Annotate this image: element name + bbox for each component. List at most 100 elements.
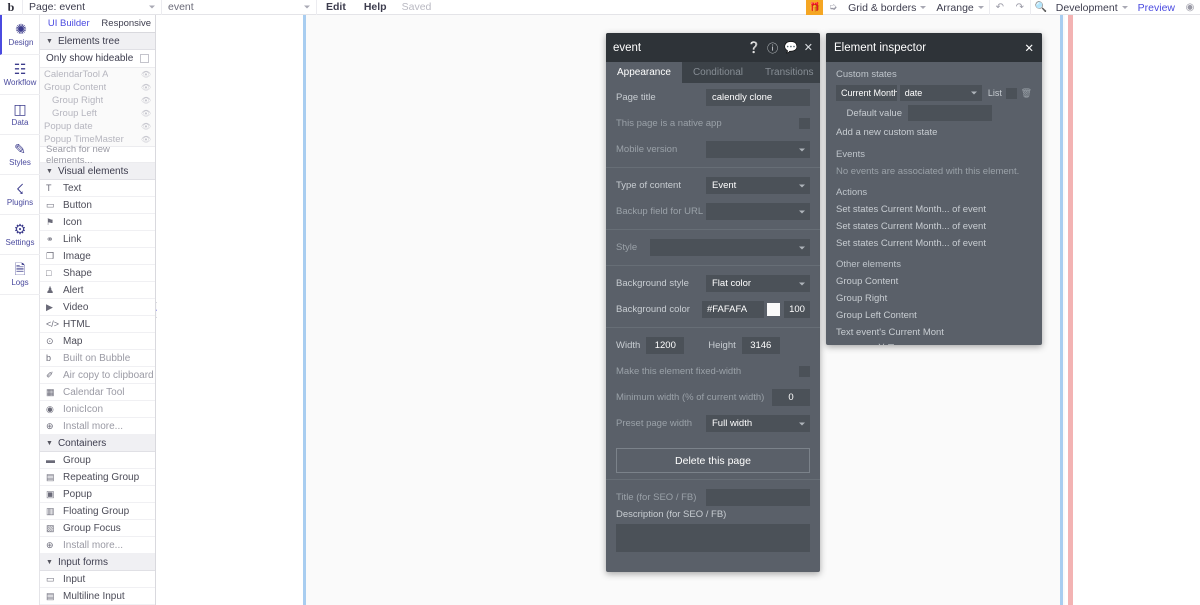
element-shape[interactable]: □ Shape (40, 265, 155, 282)
custom-state-type-select[interactable]: date (899, 85, 982, 101)
list-checkbox[interactable] (1005, 87, 1017, 99)
page-selector[interactable]: Page: event (22, 0, 162, 15)
eye-icon[interactable]: 👁 (141, 122, 151, 131)
add-custom-state-link[interactable]: Add a new custom state (826, 123, 1042, 142)
preview-button[interactable]: Preview (1133, 0, 1180, 15)
color-swatch[interactable] (767, 303, 780, 316)
tree-item[interactable]: Group Left 👁 (40, 107, 155, 120)
background-style-select[interactable]: Flat color (706, 275, 810, 292)
undo-icon[interactable]: ↶ (990, 0, 1010, 15)
style-select[interactable] (650, 239, 810, 256)
elements-tree-header[interactable]: ▼ Elements tree (40, 33, 155, 50)
other-element-item[interactable]: Text event's Current Mont (826, 324, 1042, 341)
eye-icon[interactable]: 👁 (141, 96, 151, 105)
element-map[interactable]: ⊙ Map (40, 333, 155, 350)
container-floating-group[interactable]: ▥ Floating Group (40, 503, 155, 520)
action-item[interactable]: Set states Current Month... of event (826, 235, 1042, 252)
grid-borders-button[interactable]: Grid & borders (843, 0, 931, 15)
tree-item[interactable]: CalendarTool A 👁 (40, 68, 155, 81)
input-element[interactable]: ▭ Input (40, 571, 155, 588)
dialog-header[interactable]: event ❔ ⓘ 💬 ✕ (606, 33, 820, 62)
element-name-selector[interactable]: event (162, 0, 317, 15)
action-item[interactable]: Set states Current Month... of event (826, 201, 1042, 218)
visual-elements-header[interactable]: ▼ Visual elements (40, 163, 155, 180)
multiline-input-element[interactable]: ▤ Multiline Input (40, 588, 155, 605)
min-width-input[interactable]: 0 (772, 389, 810, 406)
tab-transitions[interactable]: Transitions (754, 62, 820, 83)
menu-help[interactable]: Help (355, 0, 396, 15)
close-icon[interactable]: ✕ (804, 41, 813, 54)
eye-icon[interactable]: 👁 (141, 109, 151, 118)
tree-item[interactable]: Group Right 👁 (40, 94, 155, 107)
eye-icon[interactable]: 👁 (141, 83, 151, 92)
container-popup[interactable]: ▣ Popup (40, 486, 155, 503)
element-video[interactable]: ▶ Video (40, 299, 155, 316)
tab-conditional[interactable]: Conditional (682, 62, 754, 83)
element-install-more[interactable]: ⊕ Install more... (40, 418, 155, 435)
container-group[interactable]: ▬ Group (40, 452, 155, 469)
element-image[interactable]: ❐ Image (40, 248, 155, 265)
backup-field-select[interactable] (706, 203, 810, 220)
tab-appearance[interactable]: Appearance (606, 62, 682, 83)
element-html[interactable]: </> HTML (40, 316, 155, 333)
container-install-more[interactable]: ⊕ Install more... (40, 537, 155, 554)
element-link[interactable]: ⚭ Link (40, 231, 155, 248)
rail-item-styles[interactable]: ✎ Styles (0, 135, 40, 175)
help-circle-icon[interactable]: ◉ (1180, 0, 1200, 15)
default-value-input[interactable] (908, 105, 992, 121)
tree-item[interactable]: Group Content 👁 (40, 81, 155, 94)
tree-item[interactable]: Popup date 👁 (40, 120, 155, 133)
close-icon[interactable]: ✕ (1024, 41, 1034, 55)
container-repeating-group[interactable]: ▤ Repeating Group (40, 469, 155, 486)
trash-icon[interactable]: 🗑 (1021, 88, 1032, 99)
rail-item-workflow[interactable]: ☷ Workflow (0, 55, 40, 95)
other-element-item[interactable]: Group Right (826, 290, 1042, 307)
rail-item-plugins[interactable]: ☇ Plugins (0, 175, 40, 215)
other-element-item[interactable]: IonicIcon 前月 (826, 341, 1042, 345)
type-of-content-select[interactable]: Event (706, 177, 810, 194)
fixed-width-checkbox[interactable] (799, 366, 810, 377)
only-show-hideable-checkbox[interactable] (140, 54, 149, 63)
native-app-checkbox[interactable] (799, 118, 810, 129)
eye-icon[interactable]: 👁 (141, 70, 151, 79)
element-ionic-icon[interactable]: ◉ IonicIcon (40, 401, 155, 418)
arrange-button[interactable]: Arrange (931, 0, 988, 15)
other-element-item[interactable]: Group Content (826, 273, 1042, 290)
page-title-input[interactable]: calendly clone (706, 89, 810, 106)
background-color-input[interactable]: #FAFAFA (702, 301, 764, 318)
action-item[interactable]: Set states Current Month... of event (826, 218, 1042, 235)
search-new-elements[interactable]: Search for new elements... (40, 144, 155, 166)
tab-responsive[interactable]: Responsive (97, 15, 155, 32)
redo-icon[interactable]: ↷ (1010, 0, 1030, 15)
bubble-logo-icon[interactable]: b (0, 0, 22, 15)
containers-header[interactable]: ▼ Containers (40, 435, 155, 452)
rail-item-data[interactable]: ◫ Data (0, 95, 40, 135)
background-color-opacity[interactable]: 100 (784, 301, 810, 318)
rail-item-logs[interactable]: 🗎 Logs (0, 255, 40, 295)
seo-description-textarea[interactable] (616, 524, 810, 552)
delete-page-button[interactable]: Delete this page (616, 448, 810, 473)
element-air-copy-clipboard[interactable]: ✐ Air copy to clipboard (40, 367, 155, 384)
preset-width-select[interactable]: Full width (706, 415, 810, 432)
element-text[interactable]: T Text (40, 180, 155, 197)
element-icon[interactable]: ⚑ Icon (40, 214, 155, 231)
height-input[interactable]: 3146 (741, 337, 780, 354)
rail-item-settings[interactable]: ⚙ Settings (0, 215, 40, 255)
element-built-on-bubble[interactable]: b Built on Bubble (40, 350, 155, 367)
width-input[interactable]: 1200 (646, 337, 685, 354)
rail-item-design[interactable]: ✺ Design (0, 15, 40, 55)
only-show-hideable-row[interactable]: Only show hideable (40, 50, 155, 68)
gift-icon[interactable]: 🎁 (806, 0, 824, 15)
element-inspector-dialog[interactable]: Element inspector ✕ Custom states Curren… (826, 33, 1042, 345)
element-alert[interactable]: ♟ Alert (40, 282, 155, 299)
menu-edit[interactable]: Edit (317, 0, 355, 15)
element-calendar-tool[interactable]: ▦ Calendar Tool (40, 384, 155, 401)
seo-title-input[interactable] (706, 489, 810, 506)
input-forms-header[interactable]: ▼ Input forms (40, 554, 155, 571)
other-element-item[interactable]: Group Left Content (826, 307, 1042, 324)
development-selector[interactable]: Development (1051, 0, 1133, 15)
cursor-icon[interactable]: ➭ (823, 0, 843, 15)
info-icon[interactable]: ⓘ (767, 40, 778, 56)
property-editor-dialog[interactable]: event ❔ ⓘ 💬 ✕ Appearance Conditional Tra… (606, 33, 820, 572)
search-icon[interactable]: 🔍 (1031, 0, 1051, 15)
